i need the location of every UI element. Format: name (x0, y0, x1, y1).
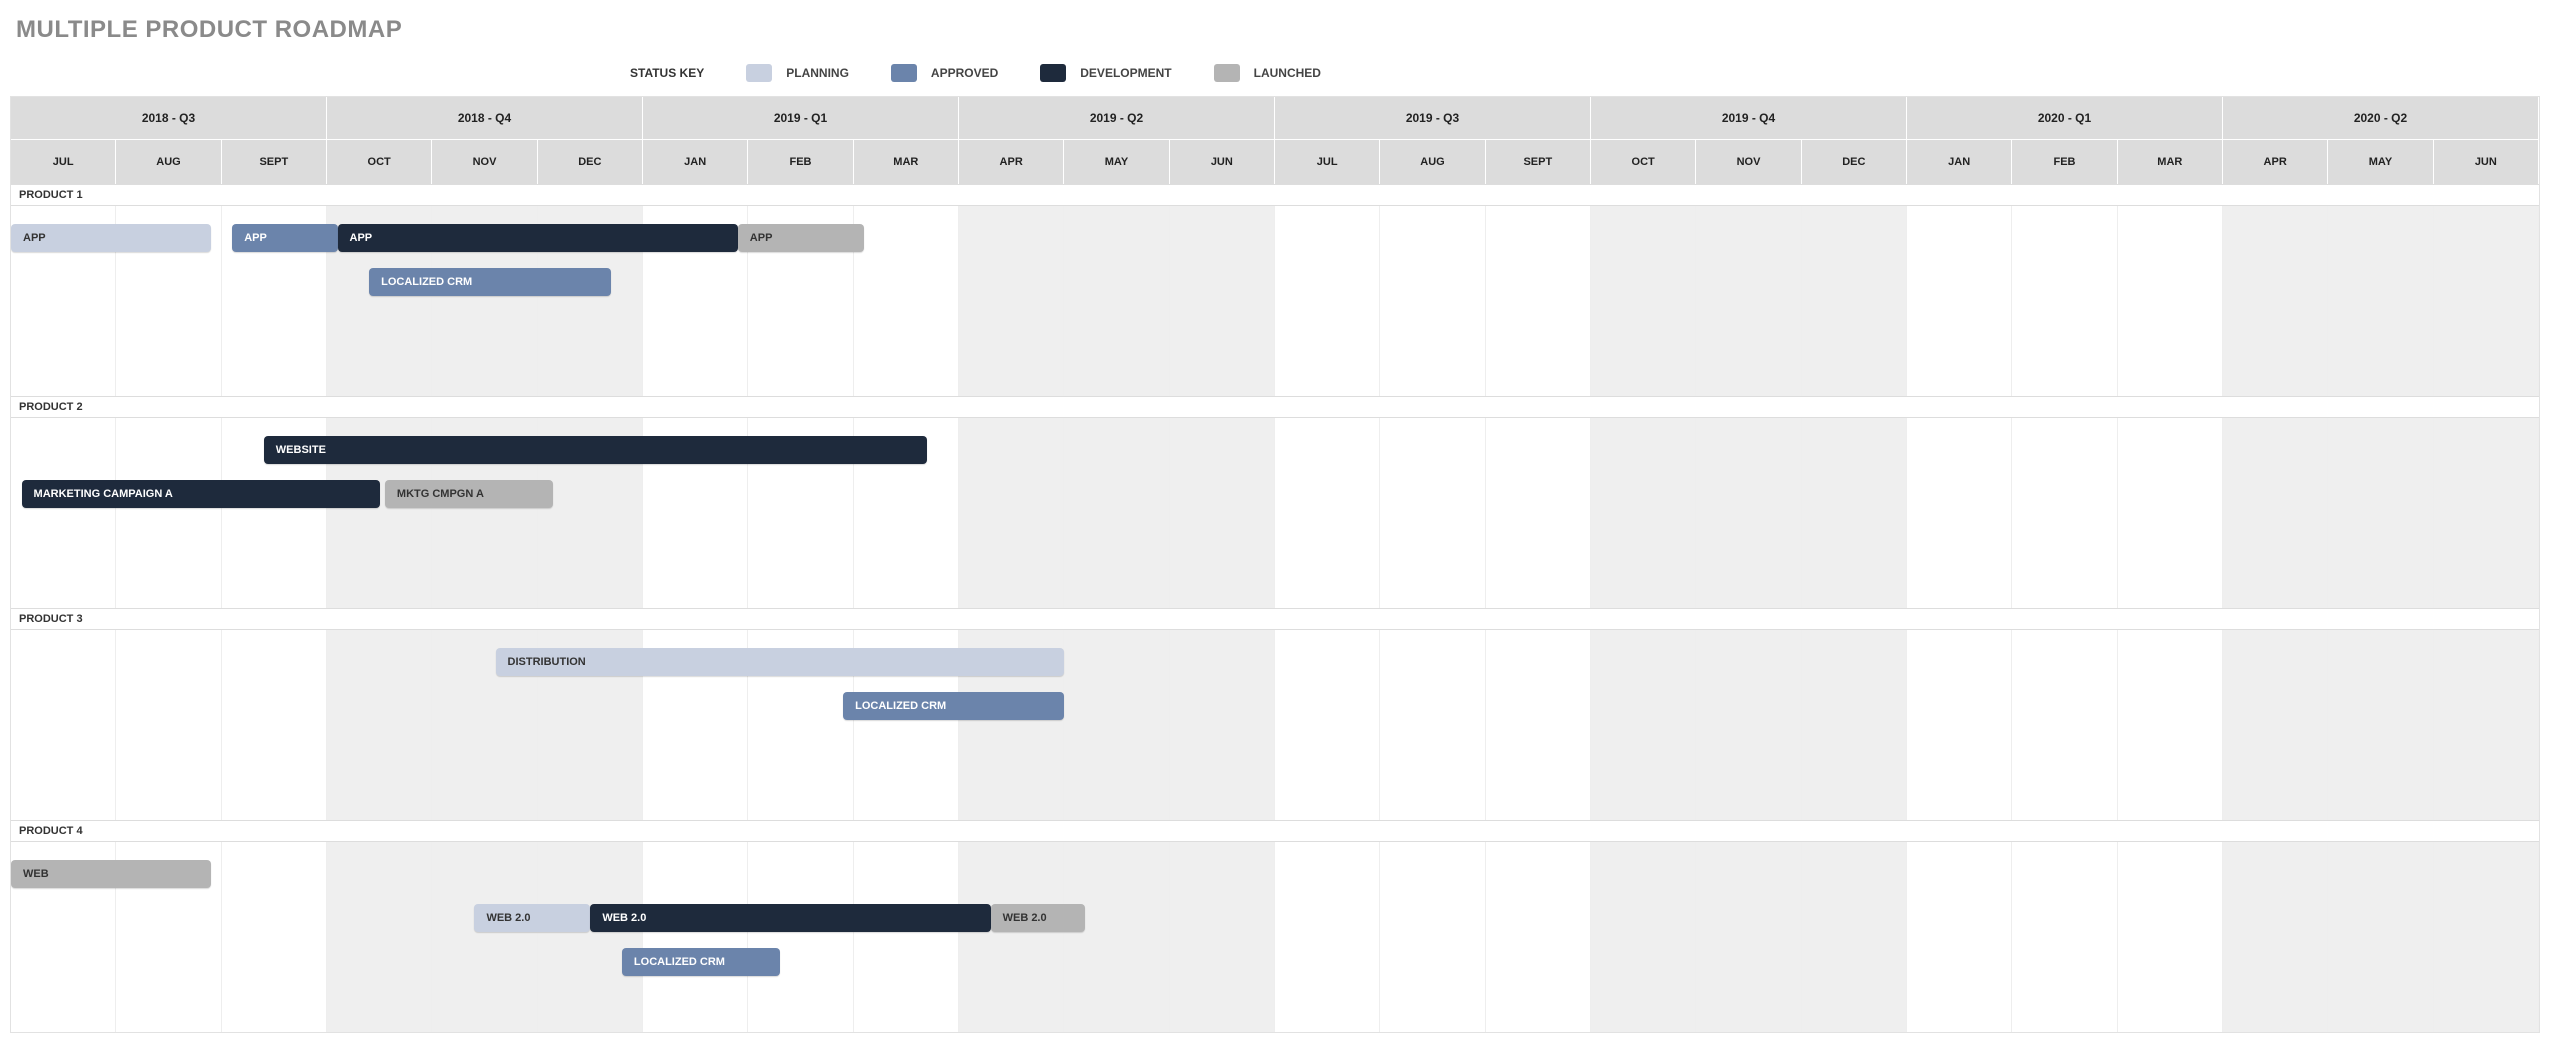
task-bar[interactable]: LOCALIZED CRM (843, 692, 1064, 720)
swatch-planning (746, 64, 772, 82)
swatch-approved (891, 64, 917, 82)
month-header: JAN (1907, 140, 2012, 184)
month-header: JUN (1170, 140, 1275, 184)
product-header: PRODUCT 1 (11, 184, 2539, 206)
month-header: SEPT (1486, 140, 1591, 184)
swimlane: APPAPPAPPAPPLOCALIZED CRM (11, 206, 2539, 396)
quarter-header: 2019 - Q1 (643, 97, 959, 140)
page-title: MULTIPLE PRODUCT ROADMAP (10, 10, 2540, 62)
quarter-header: 2019 - Q4 (1591, 97, 1907, 140)
legend-item-planning: PLANNING (746, 64, 849, 82)
legend: STATUS KEY PLANNING APPROVED DEVELOPMENT… (630, 62, 2540, 96)
task-bar[interactable]: WEB 2.0 (474, 904, 590, 932)
month-header: FEB (748, 140, 853, 184)
month-header: MAR (2118, 140, 2223, 184)
task-bar[interactable]: WEB 2.0 (991, 904, 1086, 932)
header-quarters: 2018 - Q32018 - Q42019 - Q12019 - Q22019… (11, 97, 2539, 140)
product-header: PRODUCT 4 (11, 820, 2539, 842)
month-header: DEC (538, 140, 643, 184)
month-header: JUN (2434, 140, 2539, 184)
month-header: AUG (116, 140, 221, 184)
quarter-header: 2020 - Q1 (1907, 97, 2223, 140)
product-header: PRODUCT 2 (11, 396, 2539, 418)
month-header: APR (2223, 140, 2328, 184)
task-bar[interactable]: DISTRIBUTION (496, 648, 1065, 676)
swimlane: DISTRIBUTION LOCALIZED CRM (11, 630, 2539, 820)
legend-text: DEVELOPMENT (1080, 66, 1171, 80)
legend-item-approved: APPROVED (891, 64, 998, 82)
task-bar[interactable]: LOCALIZED CRM (369, 268, 611, 296)
task-bar[interactable]: APP (232, 224, 337, 252)
month-header: JUL (11, 140, 116, 184)
legend-item-development: DEVELOPMENT (1040, 64, 1171, 82)
swimlane: WEBSITE MARKETING CAMPAIGN AMKTG CMPGN A (11, 418, 2539, 608)
legend-label: STATUS KEY (630, 66, 704, 80)
quarter-header: 2019 - Q3 (1275, 97, 1591, 140)
quarter-header: 2018 - Q4 (327, 97, 643, 140)
quarter-header: 2020 - Q2 (2223, 97, 2539, 140)
month-header: OCT (327, 140, 432, 184)
month-header: JAN (643, 140, 748, 184)
month-header: MAR (854, 140, 959, 184)
month-header: OCT (1591, 140, 1696, 184)
legend-text: LAUNCHED (1254, 66, 1321, 80)
month-header: NOV (432, 140, 537, 184)
task-bar[interactable]: MKTG CMPGN A (385, 480, 554, 508)
header-months: JULAUGSEPTOCTNOVDECJANFEBMARAPRMAYJUNJUL… (11, 140, 2539, 184)
task-bar[interactable]: APP (738, 224, 864, 252)
month-header: MAY (2328, 140, 2433, 184)
swimlane: WEBWEB 2.0WEB 2.0WEB 2.0LOCALIZED CRM (11, 842, 2539, 1032)
swatch-launched (1214, 64, 1240, 82)
quarter-header: 2018 - Q3 (11, 97, 327, 140)
task-bar[interactable]: APP (338, 224, 738, 252)
task-bar[interactable]: WEB 2.0 (590, 904, 990, 932)
task-bar[interactable]: LOCALIZED CRM (622, 948, 780, 976)
legend-item-launched: LAUNCHED (1214, 64, 1321, 82)
roadmap-grid: 2018 - Q32018 - Q42019 - Q12019 - Q22019… (10, 96, 2540, 1033)
month-header: MAY (1064, 140, 1169, 184)
legend-text: APPROVED (931, 66, 998, 80)
month-header: DEC (1802, 140, 1907, 184)
swatch-development (1040, 64, 1066, 82)
month-header: NOV (1696, 140, 1801, 184)
task-bar[interactable]: MARKETING CAMPAIGN A (22, 480, 380, 508)
month-header: SEPT (222, 140, 327, 184)
task-bar[interactable]: WEBSITE (264, 436, 928, 464)
product-header: PRODUCT 3 (11, 608, 2539, 630)
quarter-header: 2019 - Q2 (959, 97, 1275, 140)
legend-text: PLANNING (786, 66, 849, 80)
task-bar[interactable]: WEB (11, 860, 211, 888)
month-header: JUL (1275, 140, 1380, 184)
month-header: FEB (2012, 140, 2117, 184)
month-header: APR (959, 140, 1064, 184)
month-header: AUG (1380, 140, 1485, 184)
task-bar[interactable]: APP (11, 224, 211, 252)
